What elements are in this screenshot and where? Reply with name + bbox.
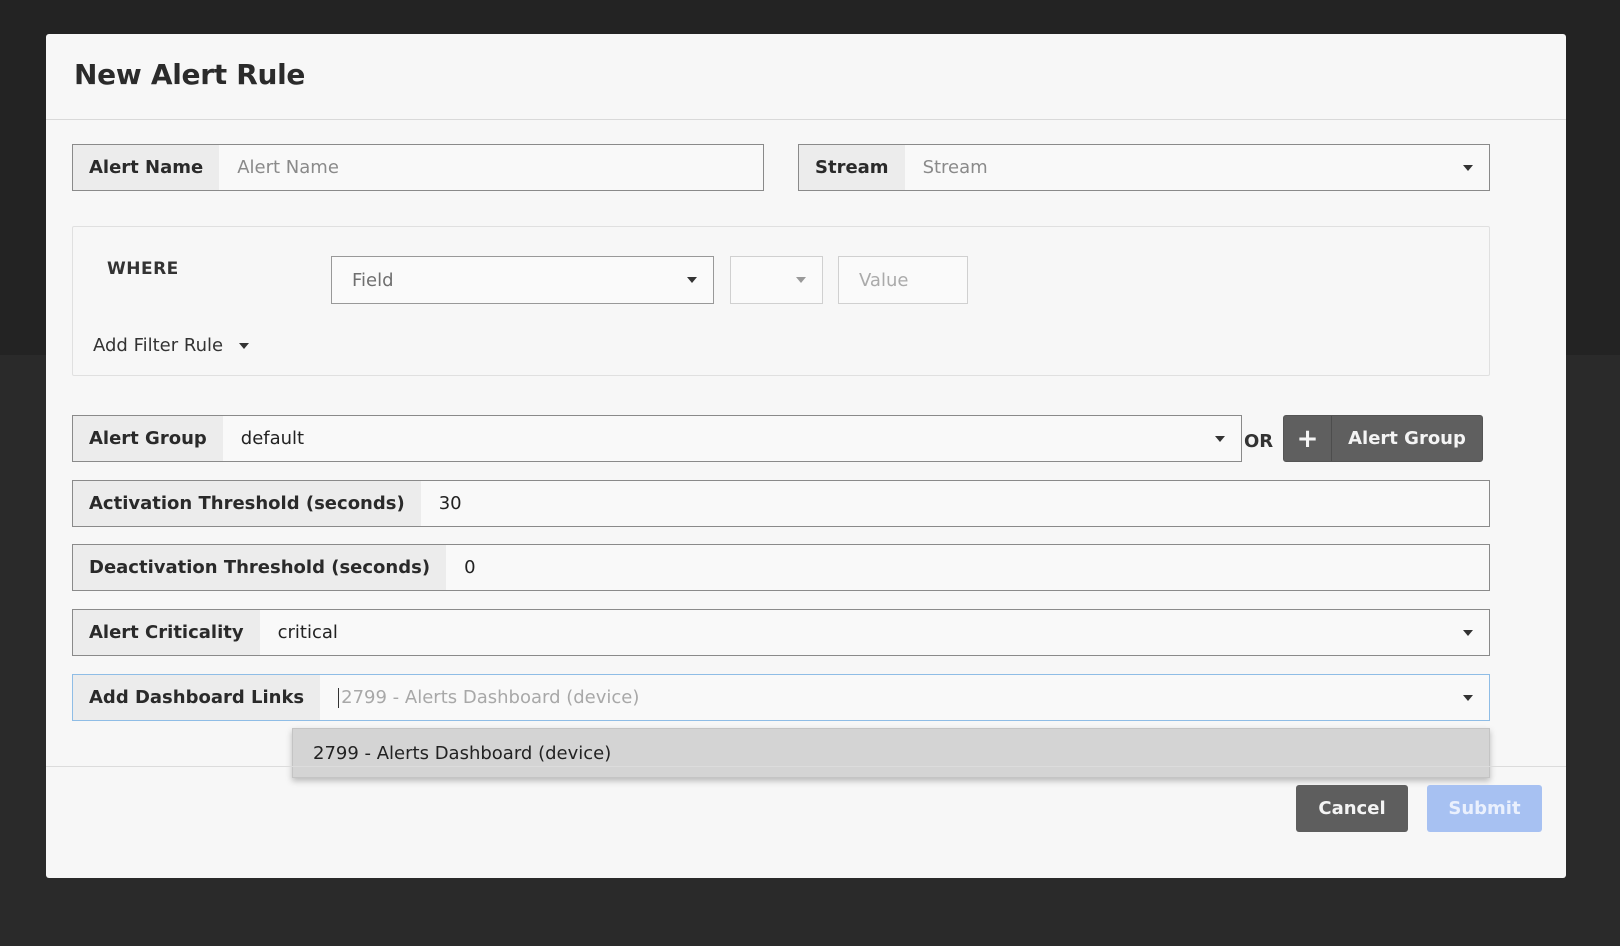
alert-criticality-field: Alert Criticality critical xyxy=(72,609,1490,656)
value-input-placeholder: Value xyxy=(859,269,909,291)
stream-field: Stream Stream xyxy=(798,144,1490,191)
chevron-down-icon xyxy=(1463,629,1473,636)
dashboard-links-placeholder: 2799 - Alerts Dashboard (device) xyxy=(341,687,640,708)
alert-group-select[interactable]: default xyxy=(223,416,1241,461)
activation-threshold-label: Activation Threshold (seconds) xyxy=(73,481,421,526)
alert-group-field: Alert Group default xyxy=(72,415,1242,462)
chevron-down-icon xyxy=(1463,694,1473,701)
stream-select-text: Stream xyxy=(922,157,988,178)
dashboard-links-field: Add Dashboard Links 2799 - Alerts Dashbo… xyxy=(72,674,1490,721)
alert-group-select-text: default xyxy=(240,428,305,449)
submit-button[interactable]: Submit xyxy=(1427,785,1542,832)
alert-name-field: Alert Name Alert Name xyxy=(72,144,764,191)
operator-select[interactable] xyxy=(730,256,823,304)
modal-header: New Alert Rule xyxy=(46,34,1566,120)
chevron-down-icon xyxy=(1463,164,1473,171)
deactivation-threshold-input[interactable]: 0 xyxy=(446,545,1489,590)
add-filter-rule-label: Add Filter Rule xyxy=(93,335,224,356)
or-label: OR xyxy=(1244,431,1274,452)
stream-label: Stream xyxy=(799,145,905,190)
plus-icon: + xyxy=(1284,416,1332,461)
alert-group-label: Alert Group xyxy=(73,416,223,461)
text-cursor xyxy=(338,687,340,708)
deactivation-threshold-label: Deactivation Threshold (seconds) xyxy=(73,545,447,590)
alert-name-input[interactable]: Alert Name xyxy=(219,145,763,190)
activation-threshold-input[interactable]: 30 xyxy=(421,481,1489,526)
dashboard-links-input[interactable]: 2799 - Alerts Dashboard (device) xyxy=(320,675,1489,720)
where-label: WHERE xyxy=(107,259,179,279)
value-input[interactable]: Value xyxy=(838,256,968,304)
modal-title: New Alert Rule xyxy=(74,58,306,91)
cancel-button[interactable]: Cancel xyxy=(1296,785,1408,832)
activation-threshold-field: Activation Threshold (seconds) 30 xyxy=(72,480,1490,527)
field-select[interactable]: Field xyxy=(331,256,714,304)
dashboard-links-label: Add Dashboard Links xyxy=(73,675,321,720)
alert-name-label: Alert Name xyxy=(73,145,220,190)
add-filter-rule-button[interactable]: Add Filter Rule xyxy=(93,335,250,356)
filter-rules-panel: WHERE Field Value Add Filter Rule xyxy=(72,226,1490,376)
alert-criticality-select[interactable]: critical xyxy=(260,610,1489,655)
alert-criticality-label: Alert Criticality xyxy=(73,610,260,655)
stream-select[interactable]: Stream xyxy=(905,145,1489,190)
add-alert-group-button[interactable]: + Alert Group xyxy=(1283,415,1483,462)
chevron-down-icon xyxy=(687,277,697,283)
chevron-down-icon xyxy=(796,277,806,283)
add-alert-group-label: Alert Group xyxy=(1348,428,1466,449)
field-select-text: Field xyxy=(352,269,394,291)
dashboard-links-option[interactable]: 2799 - Alerts Dashboard (device) xyxy=(292,728,1490,778)
chevron-down-icon xyxy=(1215,435,1225,442)
deactivation-threshold-field: Deactivation Threshold (seconds) 0 xyxy=(72,544,1490,591)
caret-down-icon xyxy=(239,342,250,349)
footer-divider xyxy=(46,766,1566,767)
alert-criticality-select-text: critical xyxy=(277,622,338,643)
